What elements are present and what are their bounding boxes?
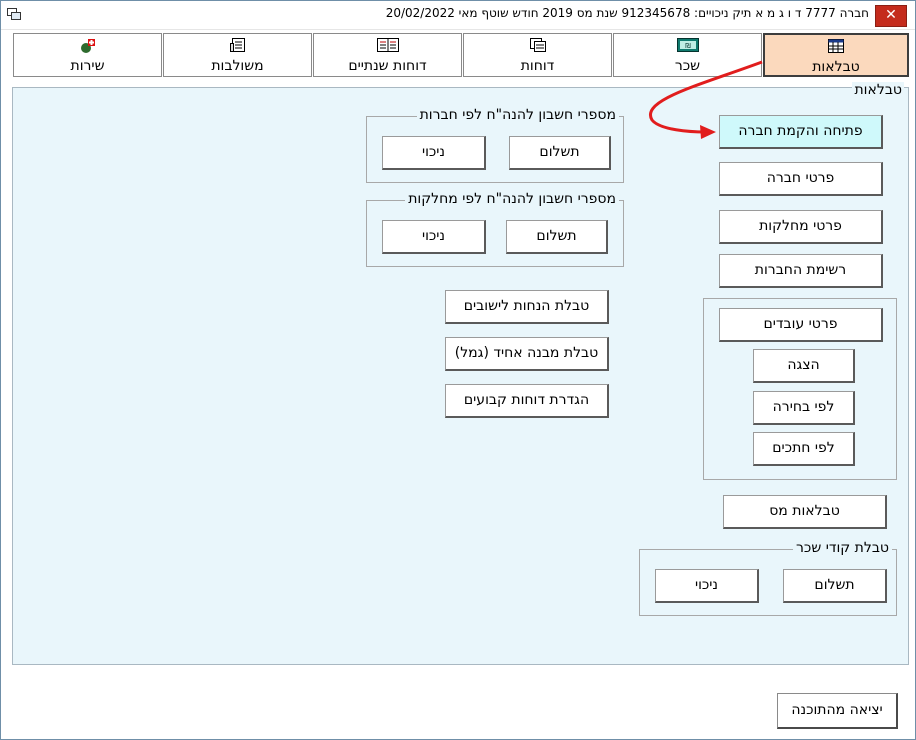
- reports-icon: [529, 38, 546, 52]
- accounts-company-payment-button[interactable]: תשלום: [509, 136, 611, 170]
- app-icon: [7, 8, 21, 20]
- app-window: חברה 7777 ד ו ג מ א תיק ניכויים: 9123456…: [0, 0, 916, 740]
- uniform-structure-button[interactable]: טבלת מבנה אחיד (גמל): [445, 337, 609, 371]
- close-button[interactable]: ✕: [875, 5, 907, 27]
- company-list-button[interactable]: רשימת החברות: [719, 254, 883, 288]
- title-bar: חברה 7777 ד ו ג מ א תיק ניכויים: 9123456…: [1, 1, 915, 30]
- window-title: חברה 7777 ד ו ג מ א תיק ניכויים: 9123456…: [385, 6, 869, 20]
- tab-label: טבלאות: [812, 59, 860, 75]
- tax-tables-button[interactable]: טבלאות מס: [723, 495, 887, 529]
- accounts-company-deduction-button[interactable]: ניכוי: [382, 136, 486, 170]
- exit-button[interactable]: יציאה מהתוכנה: [777, 693, 898, 729]
- salary-codes-group-label: טבלת קודי שכר: [793, 540, 892, 556]
- company-details-button[interactable]: פרטי חברה: [719, 162, 883, 196]
- tab-label: דוחות שנתיים: [348, 58, 427, 74]
- accounts-by-department-group-label: מספרי חשבון להנה"ח לפי מחלקות: [405, 191, 619, 207]
- tab-payroll[interactable]: ₪ שכר: [613, 33, 762, 77]
- tab-combined[interactable]: משולבות: [163, 33, 312, 77]
- salary-codes-payment-button[interactable]: תשלום: [783, 569, 887, 603]
- tab-service[interactable]: שירות: [13, 33, 162, 77]
- annual-reports-icon: [376, 38, 399, 52]
- employee-details-button[interactable]: פרטי עובדים: [719, 308, 883, 342]
- service-icon: [80, 39, 95, 53]
- open-company-button[interactable]: פתיחה והקמת חברה: [719, 115, 883, 149]
- accounts-department-payment-button[interactable]: תשלום: [506, 220, 608, 254]
- settlement-discounts-button[interactable]: טבלת הנחות לישובים: [445, 290, 609, 324]
- svg-text:₪: ₪: [685, 42, 691, 50]
- by-cuts-button[interactable]: לפי חתכים: [753, 432, 855, 466]
- panel-title: טבלאות: [852, 82, 904, 98]
- combined-icon: [229, 38, 245, 52]
- tab-tables[interactable]: טבלאות: [763, 33, 909, 77]
- tab-label: שירות: [70, 58, 105, 74]
- by-selection-button[interactable]: לפי בחירה: [753, 391, 855, 425]
- tab-reports[interactable]: דוחות: [463, 33, 612, 77]
- fixed-reports-button[interactable]: הגדרת דוחות קבועים: [445, 384, 609, 418]
- salary-codes-deduction-button[interactable]: ניכוי: [655, 569, 759, 603]
- tab-label: משולבות: [211, 58, 264, 74]
- table-icon: [828, 39, 844, 53]
- accounts-by-company-group-label: מספרי חשבון להנה"ח לפי חברות: [416, 107, 619, 123]
- accounts-department-deduction-button[interactable]: ניכוי: [382, 220, 486, 254]
- payroll-icon: ₪: [676, 38, 699, 52]
- tab-annual-reports[interactable]: דוחות שנתיים: [313, 33, 462, 77]
- display-button[interactable]: הצגה: [753, 349, 855, 383]
- tab-label: שכר: [674, 58, 701, 74]
- tab-label: דוחות: [520, 58, 555, 74]
- department-details-button[interactable]: פרטי מחלקות: [719, 210, 883, 244]
